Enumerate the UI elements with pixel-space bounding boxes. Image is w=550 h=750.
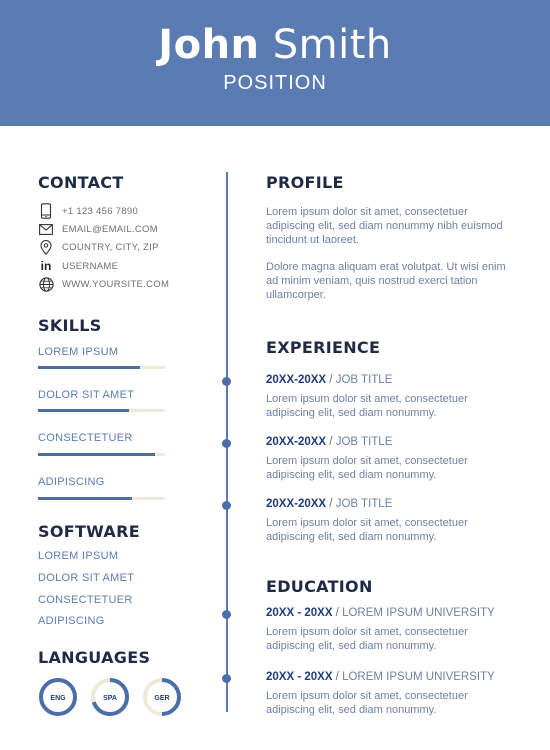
contact-heading: CONTACT <box>38 173 124 192</box>
timeline-dot <box>222 439 231 448</box>
skill-bar <box>38 366 165 369</box>
entry-role: JOB TITLE <box>335 498 393 510</box>
contact-phone: +1 123 456 7890 <box>38 203 138 219</box>
experience-entry-desc: Lorem ipsum dolor sit amet, consectetuer… <box>266 455 468 481</box>
email-text: EMAIL@EMAIL.COM <box>62 223 158 235</box>
experience-entry-desc: Lorem ipsum dolor sit amet, consectetuer… <box>266 393 468 419</box>
education-entry-desc: Lorem ipsum dolor sit amet, consectetuer… <box>266 626 468 652</box>
language-ring-spa: SPA <box>91 678 129 716</box>
entry-role: JOB TITLE <box>335 436 393 448</box>
contact-website: WWW.YOURSITE.COM <box>38 276 169 292</box>
website-text: WWW.YOURSITE.COM <box>62 278 170 290</box>
skill-label: DOLOR SIT AMET <box>38 389 135 401</box>
software-item: LOREM IPSUM <box>38 550 119 562</box>
globe-icon <box>38 276 54 292</box>
software-item: ADIPISCING <box>38 615 105 627</box>
entry-years: 20XX-20XX <box>266 436 327 448</box>
timeline-dot <box>222 674 231 683</box>
last-name: Smith <box>272 22 392 68</box>
linkedin-icon: in <box>40 259 52 273</box>
profile-heading: PROFILE <box>266 173 344 192</box>
entry-separator: / <box>326 498 336 510</box>
skill-label: CONSECTETUER <box>38 432 133 444</box>
experience-entry-desc: Lorem ipsum dolor sit amet, consectetuer… <box>266 517 468 543</box>
skill-bar-fill <box>38 366 140 369</box>
contact-location: COUNTRY, CITY, ZIP <box>38 239 159 255</box>
skill-bar-fill <box>38 409 130 412</box>
timeline-dot <box>222 610 231 619</box>
contact-linkedin: in USERNAME <box>38 258 118 274</box>
skill-bar-fill <box>38 497 132 500</box>
person-name: John Smith <box>0 22 550 68</box>
experience-entry-title: 20XX-20XX / JOB TITLE <box>266 498 392 510</box>
software-heading: SOFTWARE <box>38 522 140 541</box>
skill-label: LOREM IPSUM <box>38 346 119 358</box>
experience-heading: EXPERIENCE <box>266 338 381 357</box>
location-icon <box>38 239 54 255</box>
language-ring-ger: GER <box>143 678 181 716</box>
entry-years: 20XX-20XX <box>266 498 327 510</box>
entry-role: LOREM IPSUM UNIVERSITY <box>342 671 495 683</box>
entry-separator: / <box>326 436 336 448</box>
languages-heading: LANGUAGES <box>38 648 151 667</box>
header-banner: John Smith POSITION <box>0 0 550 126</box>
experience-entry-title: 20XX-20XX / JOB TITLE <box>266 374 392 386</box>
entry-separator: / <box>326 374 336 386</box>
phone-text: +1 123 456 7890 <box>62 205 139 217</box>
entry-years: 20XX-20XX <box>266 374 327 386</box>
education-entry-title: 20XX - 20XX / LOREM IPSUM UNIVERSITY <box>266 607 495 619</box>
entry-separator: / <box>332 671 343 683</box>
skill-label: ADIPISCING <box>38 476 105 488</box>
language-code: SPA <box>103 695 117 702</box>
contact-email: EMAIL@EMAIL.COM <box>38 221 158 237</box>
first-name: John <box>158 22 260 68</box>
education-entry-desc: Lorem ipsum dolor sit amet, consectetuer… <box>266 690 468 716</box>
software-item: DOLOR SIT AMET <box>38 572 135 584</box>
education-heading: EDUCATION <box>266 577 373 596</box>
entry-years: 20XX - 20XX <box>266 671 333 683</box>
skills-heading: SKILLS <box>38 316 102 335</box>
profile-paragraph: Lorem ipsum dolor sit amet, consectetuer… <box>266 206 503 246</box>
language-code: GER <box>154 695 169 702</box>
language-ring-eng: ENG <box>39 678 77 716</box>
entry-role: JOB TITLE <box>335 374 393 386</box>
software-item: CONSECTETUER <box>38 594 133 606</box>
email-icon <box>38 221 54 237</box>
profile-paragraph: Dolore magna aliquam erat volutpat. Ut w… <box>266 261 506 301</box>
entry-years: 20XX - 20XX <box>266 607 333 619</box>
timeline-dot <box>222 377 231 386</box>
entry-separator: / <box>332 607 343 619</box>
position-title: POSITION <box>223 72 327 94</box>
location-text: COUNTRY, CITY, ZIP <box>62 241 159 253</box>
timeline-dot <box>222 501 231 510</box>
skill-bar <box>38 453 165 456</box>
education-entry-title: 20XX - 20XX / LOREM IPSUM UNIVERSITY <box>266 671 495 683</box>
skill-bar <box>38 409 165 412</box>
experience-entry-title: 20XX-20XX / JOB TITLE <box>266 436 392 448</box>
skill-bar-fill <box>38 453 155 456</box>
linkedin-text: USERNAME <box>62 260 119 272</box>
language-code: ENG <box>50 695 66 702</box>
phone-icon <box>38 203 54 219</box>
skill-bar <box>38 497 165 500</box>
entry-role: LOREM IPSUM UNIVERSITY <box>342 607 495 619</box>
